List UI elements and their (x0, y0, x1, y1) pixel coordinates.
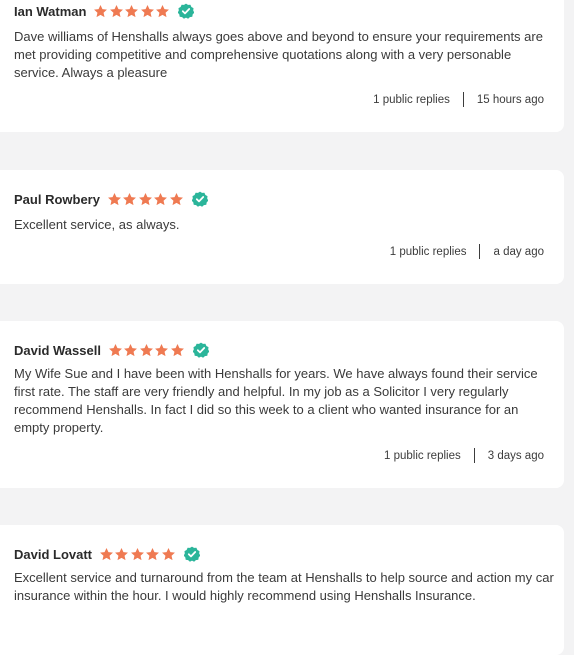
star-icon (125, 4, 139, 17)
reviewer-name: Paul Rowbery (14, 191, 100, 207)
review-card: David Lovatt Excellent service and turna… (0, 525, 564, 655)
review-card: David Wassell My Wife Sue and I have bee… (0, 321, 564, 488)
verified-check-icon (191, 191, 208, 207)
star-rating (107, 192, 184, 207)
review-meta: 1 public replies 15 hours ago (373, 92, 544, 107)
verified-check-icon (178, 3, 195, 19)
verified-check-icon (183, 546, 200, 562)
public-replies-link[interactable]: 1 public replies (390, 246, 467, 258)
reviewer-name: David Wassell (14, 342, 101, 358)
star-icon (108, 192, 121, 205)
review-text: Dave williams of Henshalls always goes a… (14, 29, 543, 80)
review-text: Excellent service, as always. (14, 217, 180, 232)
star-icon (139, 343, 153, 356)
reviewer-name: Ian Watman (14, 3, 87, 19)
public-replies-link[interactable]: 1 public replies (384, 450, 461, 462)
star-icon (123, 192, 137, 205)
review-time: a day ago (493, 245, 544, 258)
meta-divider (473, 448, 475, 463)
star-icon (146, 547, 160, 560)
star-rating (93, 4, 170, 19)
review-card: Paul Rowbery Excellent service, as alway… (0, 170, 564, 284)
star-icon (130, 547, 144, 560)
star-icon (138, 192, 152, 205)
star-icon (94, 4, 108, 17)
review-header: Paul Rowbery (14, 191, 208, 207)
review-card: Ian Watman Dave williams of Henshalls al… (0, 0, 564, 132)
star-rating (99, 547, 176, 562)
star-rating (108, 343, 185, 358)
star-icon (124, 343, 138, 356)
meta-divider (479, 244, 481, 259)
star-icon (155, 343, 169, 356)
verified-check-icon (192, 342, 209, 358)
review-meta: 1 public replies 3 days ago (384, 448, 544, 463)
review-text: Excellent service and turnaround from th… (14, 570, 554, 603)
star-icon (154, 192, 168, 205)
review-time: 3 days ago (487, 449, 544, 462)
star-icon (109, 4, 123, 17)
reviewer-name: David Lovatt (14, 546, 93, 562)
star-icon (100, 547, 113, 560)
public-replies-link[interactable]: 1 public replies (373, 94, 450, 106)
star-icon (161, 547, 175, 560)
review-header: Ian Watman (14, 3, 195, 19)
star-icon (170, 343, 184, 356)
meta-divider (462, 92, 464, 107)
star-icon (109, 343, 122, 356)
review-time: 15 hours ago (476, 93, 544, 106)
star-icon (169, 192, 183, 205)
review-header: David Wassell (14, 342, 209, 358)
star-icon (115, 547, 129, 560)
review-text: My Wife Sue and I have been with Henshal… (14, 366, 538, 435)
review-header: David Lovatt (14, 546, 200, 562)
star-icon (140, 4, 154, 17)
review-meta: 1 public replies a day ago (390, 244, 544, 259)
star-icon (156, 4, 169, 17)
